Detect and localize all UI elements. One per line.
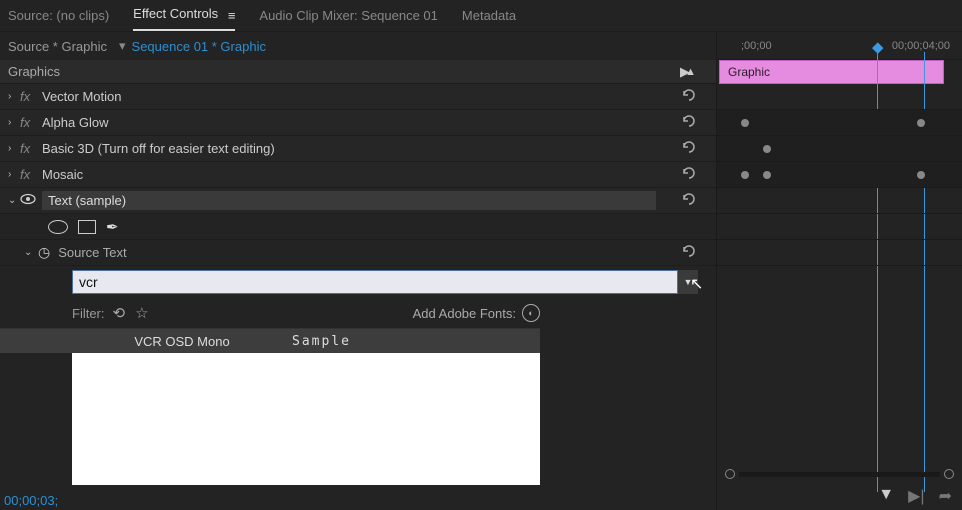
property-row-source-text[interactable]: ⌄ ◷ Source Text [0,240,716,266]
expand-icon[interactable]: › [8,117,20,128]
zoom-handle-left[interactable] [725,469,735,479]
reset-effect-button[interactable] [682,114,698,131]
pen-mask-icon[interactable]: ✒ [106,218,119,236]
font-dropdown-button[interactable]: ▼ [678,270,698,294]
creative-cloud-icon: ◐ [522,304,540,322]
tab-source-monitor[interactable]: Source: (no clips) [8,2,109,29]
effect-controls-panel: Source * Graphic ▾ Sequence 01 * Graphic… [0,32,716,510]
tab-audio-clip-mixer[interactable]: Audio Clip Mixer: Sequence 01 [259,2,438,29]
current-timecode[interactable]: 00;00;03; [4,493,58,508]
fx-badge-icon[interactable]: fx [20,115,42,130]
expand-icon[interactable]: › [8,91,20,102]
effect-row-basic-3d[interactable]: › fx Basic 3D (Turn off for easier text … [0,136,716,162]
timeline-track[interactable] [717,214,962,240]
tab-effect-controls[interactable]: Effect Controls ≡ [133,0,235,30]
reset-property-button[interactable] [682,244,698,261]
graphics-section-header: Graphics ▲ [0,60,716,84]
effect-label: Vector Motion [42,89,122,104]
mask-shape-tools: ✒ [0,214,716,240]
effect-row-vector-motion[interactable]: › fx Vector Motion [0,84,716,110]
keyframe-icon[interactable] [763,145,771,153]
source-clip-label: Source * Graphic [8,39,107,54]
reset-effect-button[interactable] [682,88,698,105]
font-family-input[interactable] [72,270,678,294]
zoom-bar[interactable] [739,472,940,477]
ellipse-mask-icon[interactable] [48,220,68,234]
font-filter-row: Filter: ⟲ ☆ Add Adobe Fonts: ◐ [0,298,540,329]
filter-label: Filter: [72,306,105,321]
tab-label: Effect Controls [133,6,218,21]
fx-badge-icon[interactable]: fx [20,89,42,104]
ruler-tick-1: 00;00;04;00 [892,40,950,52]
keyframe-icon[interactable] [917,119,925,127]
effect-row-text-sample[interactable]: ⌄ Text (sample) [0,188,716,214]
zoom-handle-right[interactable] [944,469,954,479]
effect-row-alpha-glow[interactable]: › fx Alpha Glow [0,110,716,136]
effect-label: Basic 3D (Turn off for easier text editi… [42,141,275,156]
property-label: Source Text [58,245,126,260]
timeline-ruler[interactable]: ;00;00 00;00;04;00 ◆ [717,32,962,60]
chevron-down-icon[interactable]: ▾ [119,38,126,54]
timeline-track[interactable] [717,240,962,266]
timeline-track[interactable] [717,84,962,110]
effect-label: Mosaic [42,167,83,182]
keyframe-icon[interactable] [741,119,749,127]
collapse-caret-icon[interactable]: ▲ [685,66,696,78]
expand-icon[interactable]: › [8,169,20,180]
graphics-header-label: Graphics [8,64,60,79]
timeline-track-alpha-glow[interactable] [717,110,962,136]
stopwatch-icon[interactable]: ◷ [38,244,50,261]
reset-effect-button[interactable] [682,140,698,157]
reset-effect-button[interactable] [682,166,698,183]
typekit-filter-icon[interactable]: ⟲ [113,304,126,322]
filter-icon[interactable]: ▼ [878,486,894,506]
play-only-icon[interactable]: ▶| [908,486,924,506]
visibility-toggle-icon[interactable] [20,193,42,208]
fx-badge-icon[interactable]: fx [20,141,42,156]
expand-icon[interactable]: ⌄ [24,247,38,258]
rectangle-mask-icon[interactable] [78,220,96,234]
timeline-footer-icons: ▼ ▶| ➦ [878,486,952,506]
sequence-clip-link[interactable]: Sequence 01 * Graphic [132,39,266,54]
font-result-sample: Sample [292,334,351,349]
timeline-track[interactable] [717,188,962,214]
fx-badge-icon[interactable]: fx [20,167,42,182]
font-family-row: ▼ ↖ [0,266,716,298]
effect-timeline-panel: ;00;00 00;00;04;00 ◆ Graphic ▼ [716,32,962,510]
keyframe-icon[interactable] [917,171,925,179]
add-adobe-fonts-link[interactable]: Add Adobe Fonts: ◐ [413,304,540,322]
font-preview-area [72,353,540,485]
ruler-tick-0: ;00;00 [741,40,772,52]
panel-tabs: Source: (no clips) Effect Controls ≡ Aud… [0,0,962,32]
favorite-filter-icon[interactable]: ☆ [135,304,148,322]
effect-label: Alpha Glow [42,115,108,130]
text-layer-name[interactable]: Text (sample) [42,191,656,210]
expand-icon[interactable]: ⌄ [8,195,20,206]
timeline-clip-graphic[interactable]: Graphic [719,60,944,84]
timeline-track-mosaic[interactable] [717,162,962,188]
reset-effect-button[interactable] [682,192,698,209]
keyframe-icon[interactable] [741,171,749,179]
font-result-name: VCR OSD Mono [72,334,292,349]
source-sequence-breadcrumb: Source * Graphic ▾ Sequence 01 * Graphic… [0,32,716,60]
effect-row-mosaic[interactable]: › fx Mosaic [0,162,716,188]
timeline-zoom-scrollbar[interactable] [725,468,954,480]
expand-icon[interactable]: › [8,143,20,154]
font-result-row[interactable]: VCR OSD Mono Sample [0,329,540,353]
keyframe-icon[interactable] [763,171,771,179]
tab-metadata[interactable]: Metadata [462,2,516,29]
hamburger-icon[interactable]: ≡ [228,8,236,23]
timeline-track-basic3d[interactable] [717,136,962,162]
export-icon[interactable]: ➦ [939,486,952,506]
add-fonts-label: Add Adobe Fonts: [413,306,516,321]
